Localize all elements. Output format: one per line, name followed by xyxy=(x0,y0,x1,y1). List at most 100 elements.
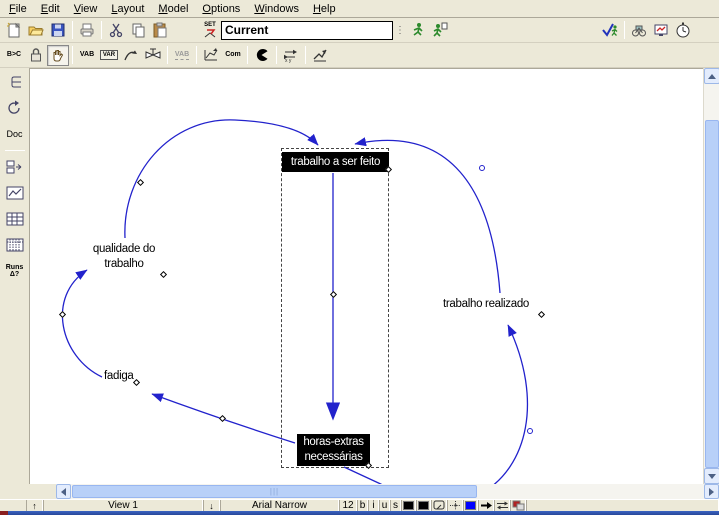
open-file-button[interactable] xyxy=(25,20,47,41)
node-fatigue-label: fadiga xyxy=(104,370,134,382)
box-color-swatch[interactable] xyxy=(416,500,431,511)
output-windows-button[interactable] xyxy=(650,20,672,41)
vscroll-thumb[interactable] xyxy=(705,120,719,468)
status-gap xyxy=(0,500,26,511)
run-simulation-button[interactable] xyxy=(407,20,429,41)
loops-tool[interactable] xyxy=(3,98,27,118)
menu-windows[interactable]: Windows xyxy=(247,1,306,17)
menu-help[interactable]: Help xyxy=(306,1,343,17)
reference-mode-tool[interactable] xyxy=(309,45,331,66)
scroll-right-button[interactable] xyxy=(704,484,719,499)
black-swatch xyxy=(403,501,414,510)
comment-tool[interactable]: Com xyxy=(222,45,244,66)
menu-model[interactable]: Model xyxy=(151,1,195,17)
causes-strip-tool[interactable] xyxy=(3,157,27,177)
print-button[interactable] xyxy=(76,20,98,41)
check-model-button[interactable] xyxy=(599,20,621,41)
menu-file[interactable]: File xyxy=(2,1,34,17)
thick-arrow-icon xyxy=(480,500,493,511)
corner-chip xyxy=(0,511,8,515)
run-setup-button[interactable] xyxy=(429,20,451,41)
font-name-button[interactable]: Arial Narrow xyxy=(220,500,339,511)
arrow-width-button[interactable] xyxy=(478,500,494,511)
causes-tree-tool[interactable] xyxy=(3,72,27,92)
edge-handle-circle[interactable] xyxy=(479,165,485,171)
black-swatch xyxy=(418,501,429,510)
down-arrow-icon xyxy=(708,474,716,479)
shadow-variable-tool[interactable]: VAB xyxy=(171,45,193,66)
dataset-name-input[interactable] xyxy=(221,21,393,40)
loop-arrow-icon xyxy=(6,100,24,116)
move-size-tool[interactable] xyxy=(47,45,69,66)
paste-button[interactable] xyxy=(149,20,171,41)
lock-tool[interactable] xyxy=(25,45,47,66)
equations-tool[interactable]: x y xyxy=(280,45,302,66)
horizontal-scrollbar[interactable]: ||| xyxy=(56,484,719,499)
shape-button[interactable] xyxy=(431,500,447,511)
arrow-color-swatch[interactable] xyxy=(463,500,478,511)
hscroll-row: ||| xyxy=(0,484,719,499)
box-variable-tool[interactable]: VAR xyxy=(98,45,120,66)
edge-fatigue-to-quality[interactable] xyxy=(62,270,102,377)
prev-view-button[interactable]: ↑ xyxy=(26,500,43,511)
left-arrow-icon xyxy=(61,488,66,496)
blue-swatch xyxy=(465,501,476,510)
polarity-button[interactable] xyxy=(494,500,510,511)
bold-button[interactable]: b xyxy=(357,500,368,511)
edge-overtime-to-work-done-segment[interactable] xyxy=(344,467,400,484)
font-size-button[interactable]: 12 xyxy=(339,500,357,511)
italic-button[interactable]: i xyxy=(368,500,379,511)
hide-levels-button[interactable] xyxy=(510,500,526,511)
delete-tool[interactable] xyxy=(251,45,273,66)
text-color-swatch[interactable] xyxy=(401,500,416,511)
scroll-down-button[interactable] xyxy=(704,468,719,484)
view-name[interactable]: View 1 xyxy=(43,500,203,511)
thumb-grip: ||| xyxy=(270,489,279,495)
menu-layout[interactable]: Layout xyxy=(104,1,151,17)
new-file-icon xyxy=(6,22,22,38)
runs-compare-tool[interactable]: Runs Δ? xyxy=(3,261,27,281)
time-axis-button[interactable] xyxy=(672,20,694,41)
node-work-to-do[interactable]: trabalho a ser feito xyxy=(282,152,389,172)
document-tool[interactable]: Doc xyxy=(3,124,27,144)
sketch-canvas[interactable]: trabalho a ser feito horas-extras necess… xyxy=(30,68,703,484)
arrow-tool[interactable] xyxy=(120,45,142,66)
set-dataset-button[interactable]: SET xyxy=(199,20,221,41)
node-quality[interactable]: qualidade do trabalho xyxy=(78,242,170,272)
cut-button[interactable] xyxy=(105,20,127,41)
save-button[interactable] xyxy=(47,20,69,41)
menu-options[interactable]: Options xyxy=(195,1,247,17)
vertical-scrollbar[interactable] xyxy=(703,68,719,484)
table-time-tool[interactable] xyxy=(3,235,27,255)
strike-button[interactable]: s xyxy=(390,500,401,511)
down-arrow-icon: ↓ xyxy=(209,501,214,511)
scroll-up-button[interactable] xyxy=(704,68,719,84)
rate-tool[interactable] xyxy=(142,45,164,66)
copy-button[interactable] xyxy=(127,20,149,41)
causal-tracing-tool[interactable]: B>C xyxy=(3,45,25,66)
variable-tool[interactable]: VAB xyxy=(76,45,98,66)
valve-icon xyxy=(144,47,162,63)
graph-tool[interactable] xyxy=(3,183,27,203)
scroll-left-button[interactable] xyxy=(56,484,71,499)
position-button[interactable] xyxy=(447,500,463,511)
input-output-tool[interactable] xyxy=(200,45,222,66)
new-file-button[interactable] xyxy=(3,20,25,41)
paste-icon xyxy=(152,22,168,38)
underline-button[interactable]: u xyxy=(379,500,390,511)
hscroll-thumb[interactable]: ||| xyxy=(72,485,477,498)
node-work-done[interactable]: trabalho realizado xyxy=(443,297,529,312)
menu-edit[interactable]: Edit xyxy=(34,1,67,17)
vscroll-track[interactable] xyxy=(704,84,719,120)
model-settings-button[interactable] xyxy=(628,20,650,41)
next-view-button[interactable]: ↓ xyxy=(203,500,220,511)
menu-view[interactable]: View xyxy=(67,1,105,17)
toolbar-grip-dots: ⋮ xyxy=(395,25,405,36)
edge-overtime-to-work-done[interactable] xyxy=(482,325,527,484)
node-fatigue[interactable]: fadiga xyxy=(104,369,134,384)
edge-handle-circle[interactable] xyxy=(527,428,533,434)
table-tool[interactable] xyxy=(3,209,27,229)
toolbar-separator xyxy=(101,21,102,39)
hand-icon xyxy=(50,47,66,63)
node-overtime[interactable]: horas-extras necessárias xyxy=(297,434,370,466)
